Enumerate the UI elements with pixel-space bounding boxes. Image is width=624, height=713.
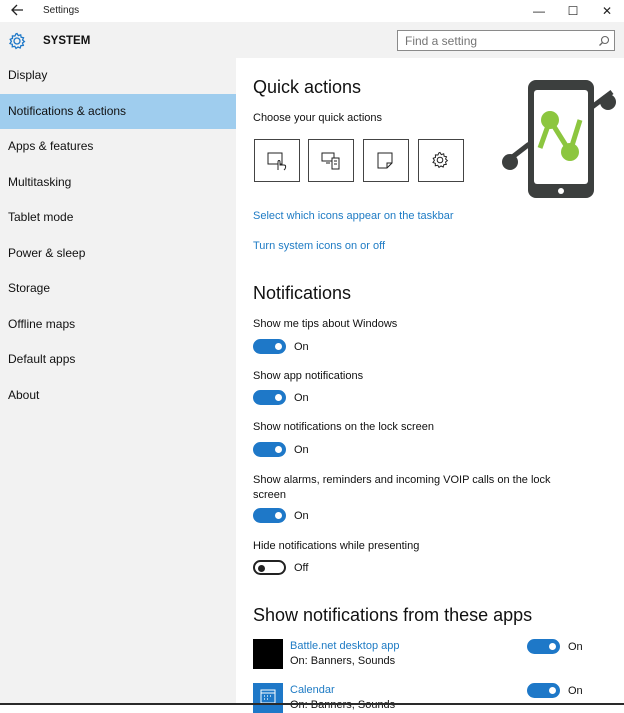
toggle-state-presenting: Off — [294, 562, 309, 574]
connect-icon — [321, 152, 340, 170]
quick-action-settings[interactable] — [418, 139, 464, 182]
toggle-knob — [275, 394, 282, 401]
quick-actions-subheading: Choose your quick actions — [253, 112, 383, 124]
toggle-calendar[interactable] — [527, 683, 560, 698]
close-button[interactable]: ✕ — [599, 3, 615, 19]
setting-label-presenting: Hide notifications while presenting — [253, 540, 420, 552]
quick-action-note[interactable] — [363, 139, 409, 182]
minimize-button[interactable]: — — [531, 3, 547, 19]
toggle-knob — [275, 446, 282, 453]
quick-action-tablet-mode[interactable] — [254, 139, 300, 182]
search-input[interactable] — [398, 31, 585, 50]
toggle-app-notifications[interactable] — [253, 390, 286, 405]
toggle-knob — [258, 564, 265, 572]
gear-icon — [8, 32, 26, 50]
toggle-knob — [275, 343, 282, 350]
toggle-state-app-notifications: On — [294, 392, 309, 404]
app-name-battle-net[interactable]: Battle.net desktop app — [290, 640, 399, 652]
sidebar-item-tablet-mode[interactable]: Tablet mode — [0, 200, 236, 235]
toggle-alarms[interactable] — [253, 508, 286, 523]
window-title: Settings — [43, 5, 80, 16]
sidebar-item-display[interactable]: Display — [0, 58, 236, 93]
settings-icon — [432, 151, 449, 169]
taskbar-icons-link[interactable]: Select which icons appear on the taskbar — [253, 210, 454, 222]
battle-net-icon — [253, 639, 283, 669]
sidebar-item-power-sleep[interactable]: Power & sleep — [0, 236, 236, 271]
setting-label-tips: Show me tips about Windows — [253, 318, 398, 330]
toggle-tips[interactable] — [253, 339, 286, 354]
toggle-presenting[interactable] — [253, 560, 286, 575]
apps-heading: Show notifications from these apps — [253, 605, 533, 625]
app-name-calendar[interactable]: Calendar — [290, 684, 335, 696]
toggle-knob — [275, 512, 282, 519]
sidebar-item-offline-maps[interactable]: Offline maps — [0, 307, 236, 342]
app-sub-calendar: On: Banners, Sounds — [290, 699, 396, 711]
sidebar: Display Notifications & actions Apps & f… — [0, 58, 236, 705]
sidebar-item-storage[interactable]: Storage — [0, 271, 236, 306]
tablet-mode-icon — [267, 152, 287, 171]
sidebar-item-default-apps[interactable]: Default apps — [0, 342, 236, 377]
search-box[interactable] — [397, 30, 615, 51]
notifications-heading: Notifications — [253, 283, 352, 303]
sidebar-item-about[interactable]: About — [0, 378, 236, 413]
toggle-state-tips: On — [294, 341, 309, 353]
setting-label-app-notifications: Show app notifications — [253, 370, 364, 382]
toggle-lock-screen[interactable] — [253, 442, 286, 457]
search-icon[interactable] — [598, 34, 610, 46]
page-title: SYSTEM — [43, 35, 91, 47]
back-arrow-icon[interactable] — [10, 3, 24, 17]
toggle-battle-net[interactable] — [527, 639, 560, 654]
sidebar-item-apps-features[interactable]: Apps & features — [0, 129, 236, 164]
toggle-state-lock-screen: On — [294, 444, 309, 456]
toggle-knob — [549, 687, 556, 694]
toggle-state-calendar: On — [568, 685, 583, 697]
quick-action-connect[interactable] — [308, 139, 354, 182]
note-icon — [377, 152, 393, 169]
toggle-state-battle-net: On — [568, 641, 583, 653]
sidebar-item-notifications-actions[interactable]: Notifications & actions — [0, 94, 236, 129]
maximize-button[interactable]: ☐ — [565, 3, 581, 19]
toggle-knob — [549, 643, 556, 650]
quick-actions-heading: Quick actions — [253, 77, 362, 97]
calendar-icon — [253, 683, 283, 713]
setting-label-lock-screen: Show notifications on the lock screen — [253, 421, 434, 433]
sidebar-item-multitasking[interactable]: Multitasking — [0, 165, 236, 200]
brand-logo — [500, 80, 618, 198]
app-sub-battle-net: On: Banners, Sounds — [290, 655, 396, 667]
setting-label-alarms: Show alarms, reminders and incoming VOIP… — [253, 474, 551, 501]
toggle-state-alarms: On — [294, 510, 309, 522]
system-icons-link[interactable]: Turn system icons on or off — [253, 240, 385, 252]
